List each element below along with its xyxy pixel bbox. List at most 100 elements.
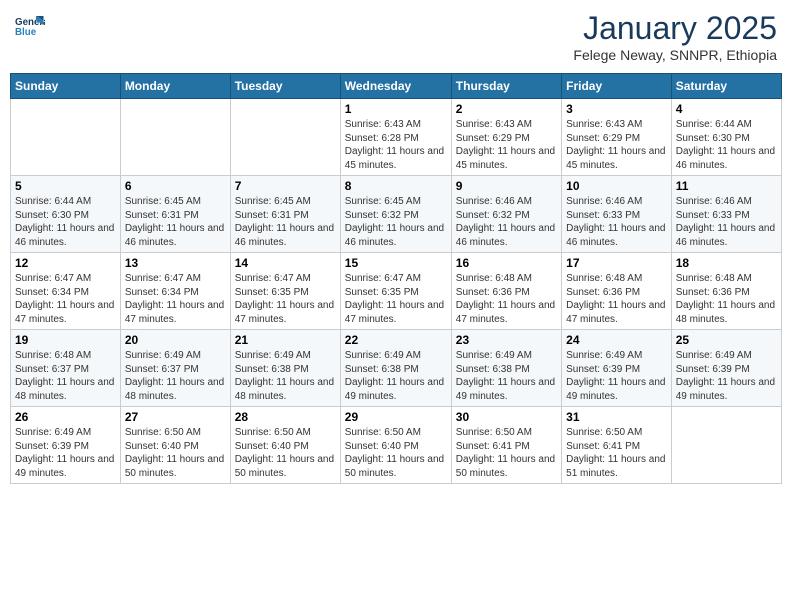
calendar-cell: 30 Sunrise: 6:50 AMSunset: 6:41 PMDayligh… xyxy=(451,407,561,484)
calendar-week-row: 12 Sunrise: 6:47 AMSunset: 6:34 PMDayligh… xyxy=(11,253,782,330)
day-info: Sunrise: 6:50 AMSunset: 6:41 PMDaylight:… xyxy=(456,426,557,480)
day-info: Sunrise: 6:49 AMSunset: 6:38 PMDaylight:… xyxy=(456,349,557,403)
day-number: 13 xyxy=(125,256,226,270)
location-subtitle: Felege Neway, SNNPR, Ethiopia xyxy=(573,47,777,63)
day-of-week-header: Sunday xyxy=(11,74,121,99)
day-number: 19 xyxy=(15,333,116,347)
day-info: Sunrise: 6:45 AMSunset: 6:32 PMDaylight:… xyxy=(345,195,447,249)
day-number: 31 xyxy=(566,410,667,424)
calendar-cell: 16 Sunrise: 6:48 AMSunset: 6:36 PMDayligh… xyxy=(451,253,561,330)
day-info: Sunrise: 6:45 AMSunset: 6:31 PMDaylight:… xyxy=(125,195,226,249)
calendar-cell: 2 Sunrise: 6:43 AMSunset: 6:29 PMDaylight… xyxy=(451,99,561,176)
calendar-cell: 8 Sunrise: 6:45 AMSunset: 6:32 PMDaylight… xyxy=(340,176,451,253)
calendar-table: SundayMondayTuesdayWednesdayThursdayFrid… xyxy=(10,73,782,484)
day-number: 14 xyxy=(235,256,336,270)
day-info: Sunrise: 6:48 AMSunset: 6:37 PMDaylight:… xyxy=(15,349,116,403)
day-info: Sunrise: 6:47 AMSunset: 6:35 PMDaylight:… xyxy=(235,272,336,326)
day-info: Sunrise: 6:47 AMSunset: 6:35 PMDaylight:… xyxy=(345,272,447,326)
calendar-cell: 25Sunrise: 6:49 AMSunset: 6:39 PMDayligh… xyxy=(671,330,781,407)
calendar-header-row: SundayMondayTuesdayWednesdayThursdayFrid… xyxy=(11,74,782,99)
calendar-cell: 26 Sunrise: 6:49 AMSunset: 6:39 PMDayligh… xyxy=(11,407,121,484)
day-number: 12 xyxy=(15,256,116,270)
calendar-week-row: 26 Sunrise: 6:49 AMSunset: 6:39 PMDayligh… xyxy=(11,407,782,484)
day-info: Sunrise: 6:47 AMSunset: 6:34 PMDaylight:… xyxy=(15,272,116,326)
day-number: 20 xyxy=(125,333,226,347)
day-info: Sunrise: 6:49 AMSunset: 6:39 PMDaylight:… xyxy=(15,426,116,480)
day-number: 16 xyxy=(456,256,557,270)
day-info: Sunrise: 6:49 AMSunset: 6:39 PMDaylight:… xyxy=(566,349,667,403)
day-number: 5 xyxy=(15,179,116,193)
day-info: Sunrise: 6:48 AMSunset: 6:36 PMDaylight:… xyxy=(566,272,667,326)
calendar-cell: 23 Sunrise: 6:49 AMSunset: 6:38 PMDayligh… xyxy=(451,330,561,407)
calendar-cell: 5 Sunrise: 6:44 AMSunset: 6:30 PMDaylight… xyxy=(11,176,121,253)
day-number: 4 xyxy=(676,102,777,116)
calendar-cell xyxy=(11,99,121,176)
calendar-cell: 7Sunrise: 6:45 AMSunset: 6:31 PMDaylight… xyxy=(230,176,340,253)
day-number: 7 xyxy=(235,179,336,193)
calendar-week-row: 19 Sunrise: 6:48 AMSunset: 6:37 PMDayligh… xyxy=(11,330,782,407)
day-info: Sunrise: 6:50 AMSunset: 6:40 PMDaylight:… xyxy=(125,426,226,480)
calendar-cell: 10Sunrise: 6:46 AMSunset: 6:33 PMDayligh… xyxy=(562,176,672,253)
calendar-cell: 29 Sunrise: 6:50 AMSunset: 6:40 PMDayligh… xyxy=(340,407,451,484)
day-of-week-header: Monday xyxy=(120,74,230,99)
day-info: Sunrise: 6:46 AMSunset: 6:33 PMDaylight:… xyxy=(566,195,667,249)
day-number: 28 xyxy=(235,410,336,424)
calendar-cell: 13 Sunrise: 6:47 AMSunset: 6:34 PMDayligh… xyxy=(120,253,230,330)
day-info: Sunrise: 6:47 AMSunset: 6:34 PMDaylight:… xyxy=(125,272,226,326)
day-number: 27 xyxy=(125,410,226,424)
logo: General Blue xyxy=(15,10,45,40)
calendar-cell: 24 Sunrise: 6:49 AMSunset: 6:39 PMDayligh… xyxy=(562,330,672,407)
day-number: 1 xyxy=(345,102,447,116)
calendar-cell xyxy=(230,99,340,176)
day-number: 29 xyxy=(345,410,447,424)
day-of-week-header: Thursday xyxy=(451,74,561,99)
calendar-cell: 22 Sunrise: 6:49 AMSunset: 6:38 PMDayligh… xyxy=(340,330,451,407)
day-number: 21 xyxy=(235,333,336,347)
day-info: Sunrise: 6:44 AMSunset: 6:30 PMDaylight:… xyxy=(15,195,116,249)
day-info: Sunrise: 6:43 AMSunset: 6:29 PMDaylight:… xyxy=(456,118,557,172)
day-number: 30 xyxy=(456,410,557,424)
day-number: 22 xyxy=(345,333,447,347)
calendar-cell xyxy=(671,407,781,484)
day-info: Sunrise: 6:46 AMSunset: 6:32 PMDaylight:… xyxy=(456,195,557,249)
day-info: Sunrise: 6:43 AMSunset: 6:28 PMDaylight:… xyxy=(345,118,447,172)
calendar-cell: 18 Sunrise: 6:48 AMSunset: 6:36 PMDayligh… xyxy=(671,253,781,330)
day-number: 3 xyxy=(566,102,667,116)
calendar-cell: 19 Sunrise: 6:48 AMSunset: 6:37 PMDayligh… xyxy=(11,330,121,407)
day-number: 8 xyxy=(345,179,447,193)
day-number: 18 xyxy=(676,256,777,270)
calendar-cell: 28 Sunrise: 6:50 AMSunset: 6:40 PMDayligh… xyxy=(230,407,340,484)
calendar-cell: 17Sunrise: 6:48 AMSunset: 6:36 PMDayligh… xyxy=(562,253,672,330)
month-title: January 2025 xyxy=(573,10,777,47)
svg-text:Blue: Blue xyxy=(15,27,37,38)
calendar-cell: 20Sunrise: 6:49 AMSunset: 6:37 PMDayligh… xyxy=(120,330,230,407)
calendar-cell: 11Sunrise: 6:46 AMSunset: 6:33 PMDayligh… xyxy=(671,176,781,253)
day-info: Sunrise: 6:50 AMSunset: 6:41 PMDaylight:… xyxy=(566,426,667,480)
calendar-cell xyxy=(120,99,230,176)
day-info: Sunrise: 6:50 AMSunset: 6:40 PMDaylight:… xyxy=(235,426,336,480)
day-info: Sunrise: 6:43 AMSunset: 6:29 PMDaylight:… xyxy=(566,118,667,172)
day-info: Sunrise: 6:49 AMSunset: 6:38 PMDaylight:… xyxy=(235,349,336,403)
day-number: 26 xyxy=(15,410,116,424)
day-of-week-header: Friday xyxy=(562,74,672,99)
day-info: Sunrise: 6:49 AMSunset: 6:38 PMDaylight:… xyxy=(345,349,447,403)
calendar-cell: 14 Sunrise: 6:47 AMSunset: 6:35 PMDayligh… xyxy=(230,253,340,330)
calendar-cell: 1 Sunrise: 6:43 AMSunset: 6:28 PMDaylight… xyxy=(340,99,451,176)
calendar-cell: 4 Sunrise: 6:44 AMSunset: 6:30 PMDaylight… xyxy=(671,99,781,176)
calendar-cell: 15Sunrise: 6:47 AMSunset: 6:35 PMDayligh… xyxy=(340,253,451,330)
day-number: 2 xyxy=(456,102,557,116)
title-block: January 2025 Felege Neway, SNNPR, Ethiop… xyxy=(573,10,777,63)
day-info: Sunrise: 6:50 AMSunset: 6:40 PMDaylight:… xyxy=(345,426,447,480)
calendar-week-row: 5 Sunrise: 6:44 AMSunset: 6:30 PMDaylight… xyxy=(11,176,782,253)
day-info: Sunrise: 6:48 AMSunset: 6:36 PMDaylight:… xyxy=(676,272,777,326)
day-of-week-header: Wednesday xyxy=(340,74,451,99)
day-number: 24 xyxy=(566,333,667,347)
day-info: Sunrise: 6:44 AMSunset: 6:30 PMDaylight:… xyxy=(676,118,777,172)
day-number: 23 xyxy=(456,333,557,347)
calendar-cell: 12 Sunrise: 6:47 AMSunset: 6:34 PMDayligh… xyxy=(11,253,121,330)
day-info: Sunrise: 6:46 AMSunset: 6:33 PMDaylight:… xyxy=(676,195,777,249)
day-info: Sunrise: 6:49 AMSunset: 6:39 PMDaylight:… xyxy=(676,349,777,403)
calendar-cell: 21 Sunrise: 6:49 AMSunset: 6:38 PMDayligh… xyxy=(230,330,340,407)
day-info: Sunrise: 6:48 AMSunset: 6:36 PMDaylight:… xyxy=(456,272,557,326)
day-number: 9 xyxy=(456,179,557,193)
